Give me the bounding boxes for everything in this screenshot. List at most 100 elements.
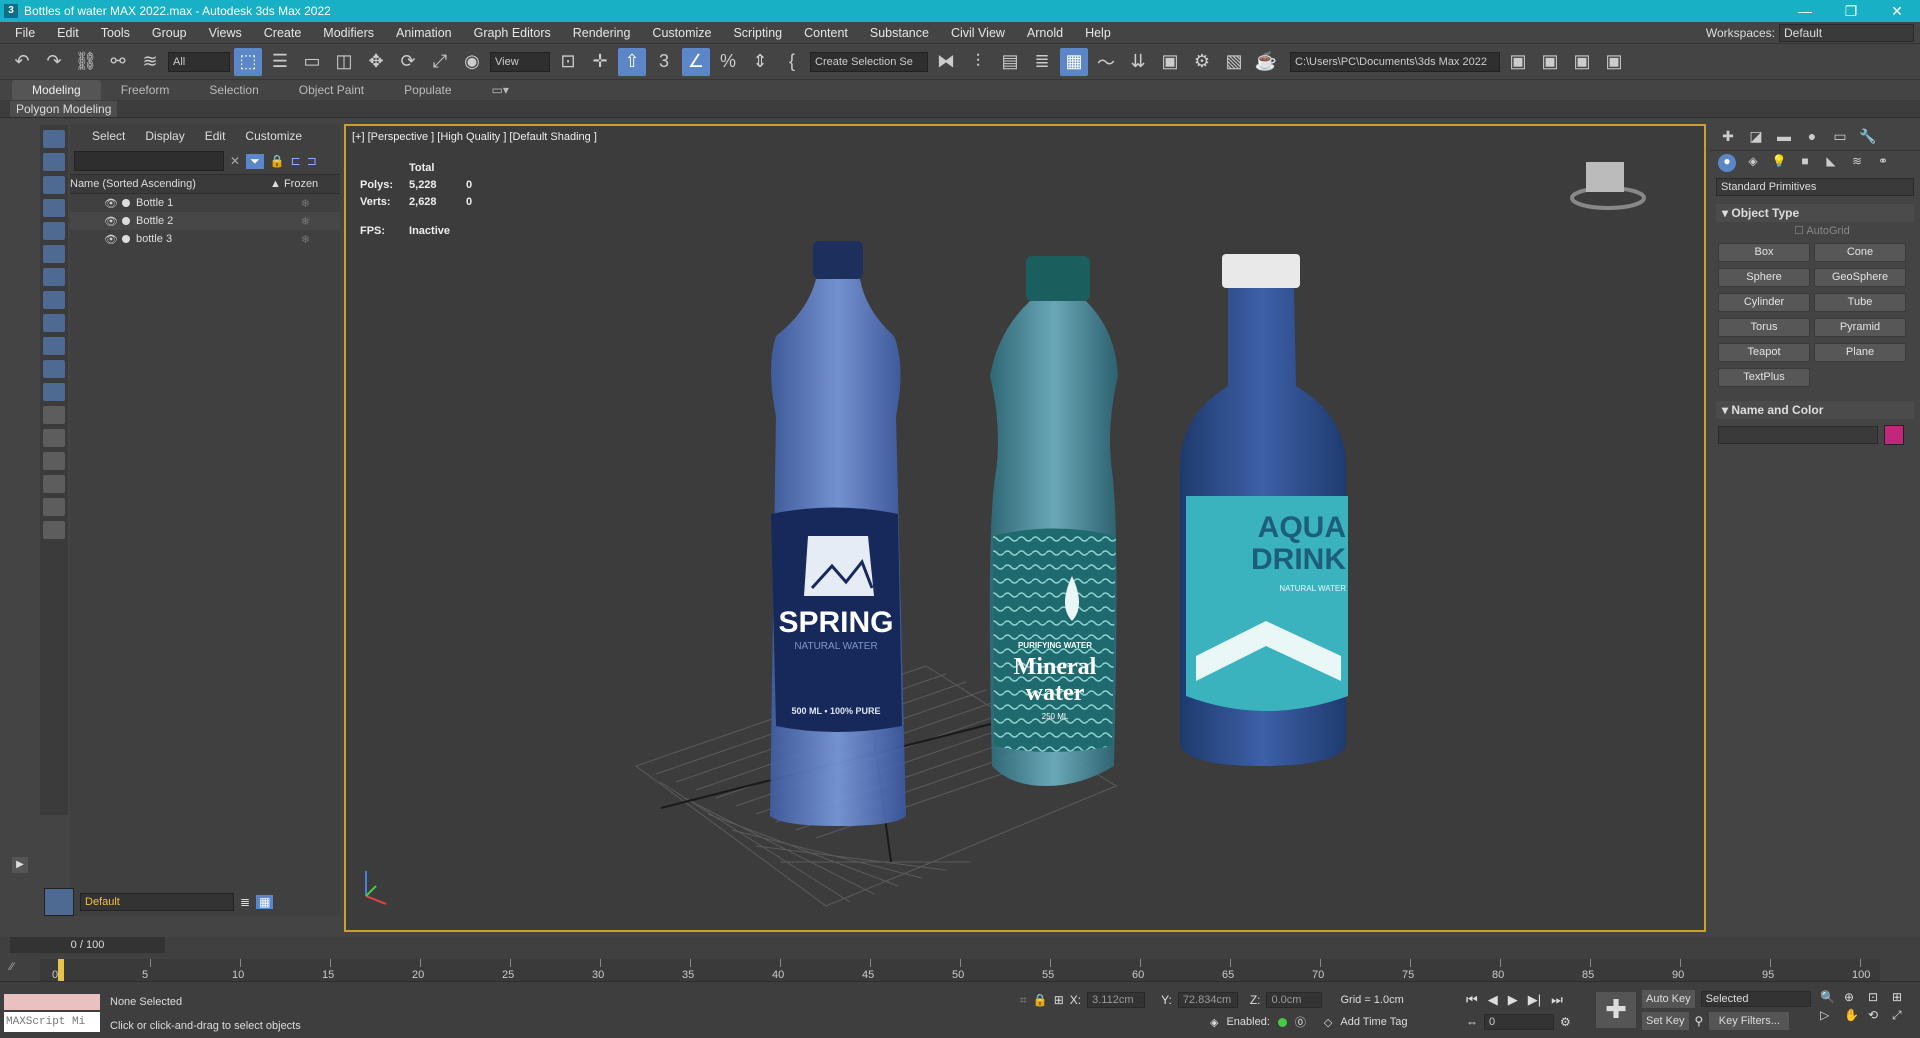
lights-icon[interactable]: 💡 <box>1770 154 1788 172</box>
goto-end-icon[interactable]: ⏭ <box>1551 992 1563 1008</box>
select-object-icon[interactable]: ⬚ <box>234 47 262 76</box>
object-name[interactable]: bottle 3 <box>136 233 172 245</box>
close-button[interactable]: ✕ <box>1874 3 1920 20</box>
visibility-eye-icon[interactable]: 👁 <box>104 215 118 228</box>
display-helpers-icon[interactable] <box>43 222 65 240</box>
menu-substance[interactable]: Substance <box>859 26 940 40</box>
rect-selection-icon[interactable]: ▭ <box>298 48 326 76</box>
prev-frame-icon[interactable]: ◀ <box>1488 992 1498 1008</box>
scene-explorer-icon[interactable]: ▦ <box>1060 47 1088 76</box>
keyboard-shortcut-override-icon[interactable]: ⇧ <box>618 47 646 76</box>
teapot-button[interactable]: Teapot <box>1718 343 1810 362</box>
maxscript-listener[interactable] <box>4 994 100 1010</box>
layer-manager-icon[interactable]: ≣ <box>240 895 250 909</box>
display-bones-icon[interactable] <box>43 314 65 332</box>
frozen-snowflake-icon[interactable]: ❄ <box>301 215 310 228</box>
renderable-dot-icon[interactable] <box>122 217 130 225</box>
menu-rendering[interactable]: Rendering <box>562 26 642 40</box>
motion-tab-icon[interactable]: ● <box>1802 128 1822 146</box>
scale-icon[interactable]: ⤢ <box>426 48 454 76</box>
filter-toggle-icon[interactable]: ⏷ <box>246 153 264 169</box>
primitive-type-dropdown[interactable]: Standard Primitives <box>1716 178 1914 196</box>
display-spacewarps-icon[interactable] <box>43 245 65 263</box>
lock-icon[interactable]: 🔒 <box>270 154 285 168</box>
renderable-dot-icon[interactable] <box>122 235 130 243</box>
add-time-tag[interactable]: Add Time Tag <box>1340 1016 1407 1028</box>
set-key-button[interactable]: Set Key <box>1642 1012 1689 1030</box>
goto-start-icon[interactable]: ⏮ <box>1466 992 1478 1008</box>
project-icon-1[interactable]: ▣ <box>1504 48 1532 76</box>
cylinder-button[interactable]: Cylinder <box>1718 293 1810 312</box>
zoom-extents-all-icon[interactable]: ⊞ <box>1892 990 1912 1004</box>
curve-editor-icon[interactable]: 〜 <box>1092 48 1120 76</box>
percent-snap-icon[interactable]: % <box>714 48 742 76</box>
isolate-selection-icon[interactable]: ⌗ <box>1020 993 1027 1008</box>
torus-button[interactable]: Torus <box>1718 318 1810 337</box>
rotate-icon[interactable]: ⟳ <box>394 48 422 76</box>
restore-button[interactable]: ❐ <box>1828 3 1874 20</box>
visibility-eye-icon[interactable]: 👁 <box>104 233 118 246</box>
reference-coord-dropdown[interactable]: View <box>490 51 550 72</box>
menu-file[interactable]: File <box>4 26 46 40</box>
shapes-icon[interactable]: ◈ <box>1744 154 1762 172</box>
maxscript-mini-input[interactable]: MAXScript Mi <box>4 1012 100 1032</box>
x-coord-field[interactable]: 3.112cm <box>1087 992 1146 1008</box>
layer-explorer-icon[interactable]: ▤ <box>996 48 1024 76</box>
display-geometry-icon[interactable] <box>43 130 65 148</box>
scene-tab-display[interactable]: Display <box>135 129 194 143</box>
tab-object-paint[interactable]: Object Paint <box>279 80 384 100</box>
bind-space-warp-icon[interactable]: ≋ <box>136 48 164 76</box>
plane-button[interactable]: Plane <box>1814 343 1906 362</box>
minimize-button[interactable]: — <box>1782 3 1828 20</box>
name-color-rollout[interactable]: ▾ Name and Color <box>1716 401 1914 419</box>
frozen-snowflake-icon[interactable]: ❄ <box>301 233 310 246</box>
scene-tab-edit[interactable]: Edit <box>195 129 236 143</box>
object-type-rollout[interactable]: ▾ Object Type <box>1716 204 1914 222</box>
expand-panel-button[interactable]: ▶ <box>12 857 28 873</box>
pan-icon[interactable]: ✋ <box>1844 1008 1864 1023</box>
key-mode-icon[interactable]: ⇔ <box>1466 1015 1478 1029</box>
systems-icon[interactable]: ⚭ <box>1874 154 1892 172</box>
window-crossing-icon[interactable]: ◫ <box>330 48 358 76</box>
tab-selection[interactable]: Selection <box>189 80 278 100</box>
object-color-swatch[interactable] <box>1884 425 1904 445</box>
menu-help[interactable]: Help <box>1074 26 1122 40</box>
redo-icon[interactable]: ↷ <box>40 48 68 76</box>
enabled-dot-icon[interactable] <box>1277 1017 1287 1027</box>
hierarchy-collapse-icon[interactable]: ⊐ <box>307 154 317 168</box>
scene-object-row[interactable]: 👁 bottle 3 ❄ <box>70 230 340 248</box>
display-invert-icon[interactable] <box>43 452 65 470</box>
box-button[interactable]: Box <box>1718 243 1810 262</box>
autogrid-checkbox[interactable]: ☐ AutoGrid <box>1710 224 1920 237</box>
scene-explorer-options-icon[interactable]: ▦ <box>256 895 274 909</box>
menu-create[interactable]: Create <box>253 26 313 40</box>
display-all-icon[interactable] <box>43 406 65 424</box>
menu-animation[interactable]: Animation <box>385 26 463 40</box>
sphere-button[interactable]: Sphere <box>1718 268 1810 287</box>
render-production-icon[interactable]: ☕ <box>1252 48 1280 76</box>
geometry-icon[interactable]: ● <box>1718 153 1736 172</box>
hierarchy-icon[interactable]: ⊏ <box>291 154 301 168</box>
tab-freeform[interactable]: Freeform <box>101 80 190 100</box>
pyramid-button[interactable]: Pyramid <box>1814 318 1906 337</box>
column-frozen-header[interactable]: ▲ Frozen <box>270 178 318 190</box>
column-name-header[interactable]: Name (Sorted Ascending) <box>70 178 270 190</box>
auto-key-button[interactable]: Auto Key <box>1642 990 1695 1008</box>
layer-dropdown[interactable]: Default <box>80 893 234 911</box>
layer-color-swatch[interactable] <box>44 888 74 916</box>
polygon-modeling-panel[interactable]: Polygon Modeling <box>10 100 118 117</box>
cone-button[interactable]: Cone <box>1814 243 1906 262</box>
adaptive-degradation-icon[interactable]: ◈ <box>1210 1016 1218 1029</box>
align-icon[interactable]: ⫶ <box>964 48 992 76</box>
display-hidden-icon[interactable] <box>43 383 65 401</box>
maximize-viewport-icon[interactable]: ⤢ <box>1892 1008 1912 1023</box>
hierarchy-tab-icon[interactable]: ▬ <box>1774 128 1794 146</box>
render-setup-icon[interactable]: ⚙ <box>1188 48 1216 76</box>
project-icon-3[interactable]: ▣ <box>1568 48 1596 76</box>
menu-tools[interactable]: Tools <box>90 26 141 40</box>
funnel-icon[interactable] <box>43 498 65 516</box>
menu-modifiers[interactable]: Modifiers <box>312 26 385 40</box>
tab-populate[interactable]: Populate <box>384 80 471 100</box>
absolute-mode-icon[interactable]: ⊞ <box>1054 993 1064 1007</box>
display-shapes-icon[interactable] <box>43 153 65 171</box>
